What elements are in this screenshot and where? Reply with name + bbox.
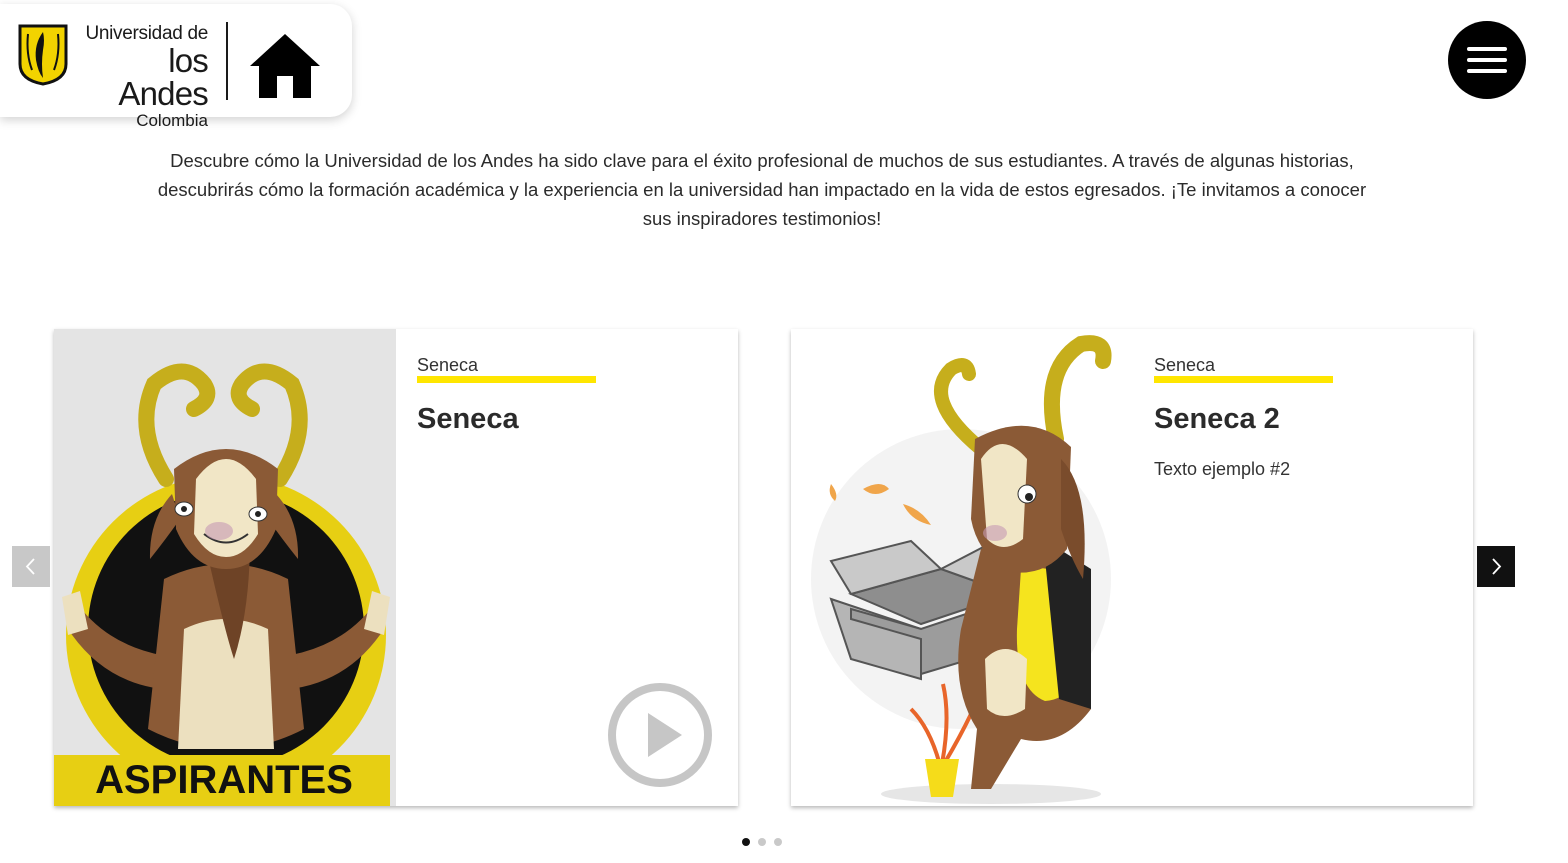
testimonial-card-body: Seneca Seneca 2 Texto ejemplo #2 <box>1154 355 1454 480</box>
testimonial-image: ASPIRANTES <box>54 329 396 806</box>
card-title: Seneca <box>417 403 519 435</box>
logo-line-3: Colombia <box>136 111 208 130</box>
aspirantes-caption: ASPIRANTES <box>95 758 353 802</box>
goat-mascot-box-illustration <box>811 335 1112 804</box>
chevron-left-icon <box>25 558 35 575</box>
carousel-next-button[interactable] <box>1477 546 1515 587</box>
menu-line-icon <box>1467 69 1507 73</box>
logo-divider <box>226 22 228 100</box>
menu-line-icon <box>1467 58 1507 62</box>
menu-line-icon <box>1467 47 1507 51</box>
chevron-right-icon <box>1492 558 1502 575</box>
card-category: Seneca <box>417 355 479 375</box>
testimonial-image <box>791 329 1133 806</box>
university-name: Universidad de los Andes Colombia <box>74 24 208 129</box>
card-category: Seneca <box>1154 355 1216 375</box>
testimonial-card[interactable]: Seneca Seneca 2 Texto ejemplo #2 <box>791 329 1473 806</box>
logo-container: Universidad de los Andes Colombia <box>0 4 352 129</box>
hamburger-menu-button[interactable] <box>1448 21 1526 99</box>
logo-line-1: Universidad de <box>85 23 208 44</box>
play-video-icon[interactable] <box>606 681 714 789</box>
university-shield-logo <box>18 24 68 86</box>
card-title: Seneca 2 <box>1154 403 1280 435</box>
carousel-dot[interactable] <box>758 838 766 846</box>
testimonial-card-body: Seneca Seneca <box>417 355 717 459</box>
testimonial-card[interactable]: ASPIRANTES Seneca Seneca <box>54 329 738 806</box>
intro-text: Descubre cómo la Universidad de los Ande… <box>157 150 1367 229</box>
carousel-dot-active[interactable] <box>742 838 750 846</box>
carousel-dot[interactable] <box>774 838 782 846</box>
card-text: Texto ejemplo #2 <box>1154 459 1291 479</box>
carousel-prev-button[interactable] <box>12 546 50 587</box>
logo-line-2: los Andes <box>118 42 208 112</box>
goat-mascot-aspirantes-illustration: ASPIRANTES <box>54 363 390 806</box>
home-icon[interactable] <box>248 32 322 100</box>
